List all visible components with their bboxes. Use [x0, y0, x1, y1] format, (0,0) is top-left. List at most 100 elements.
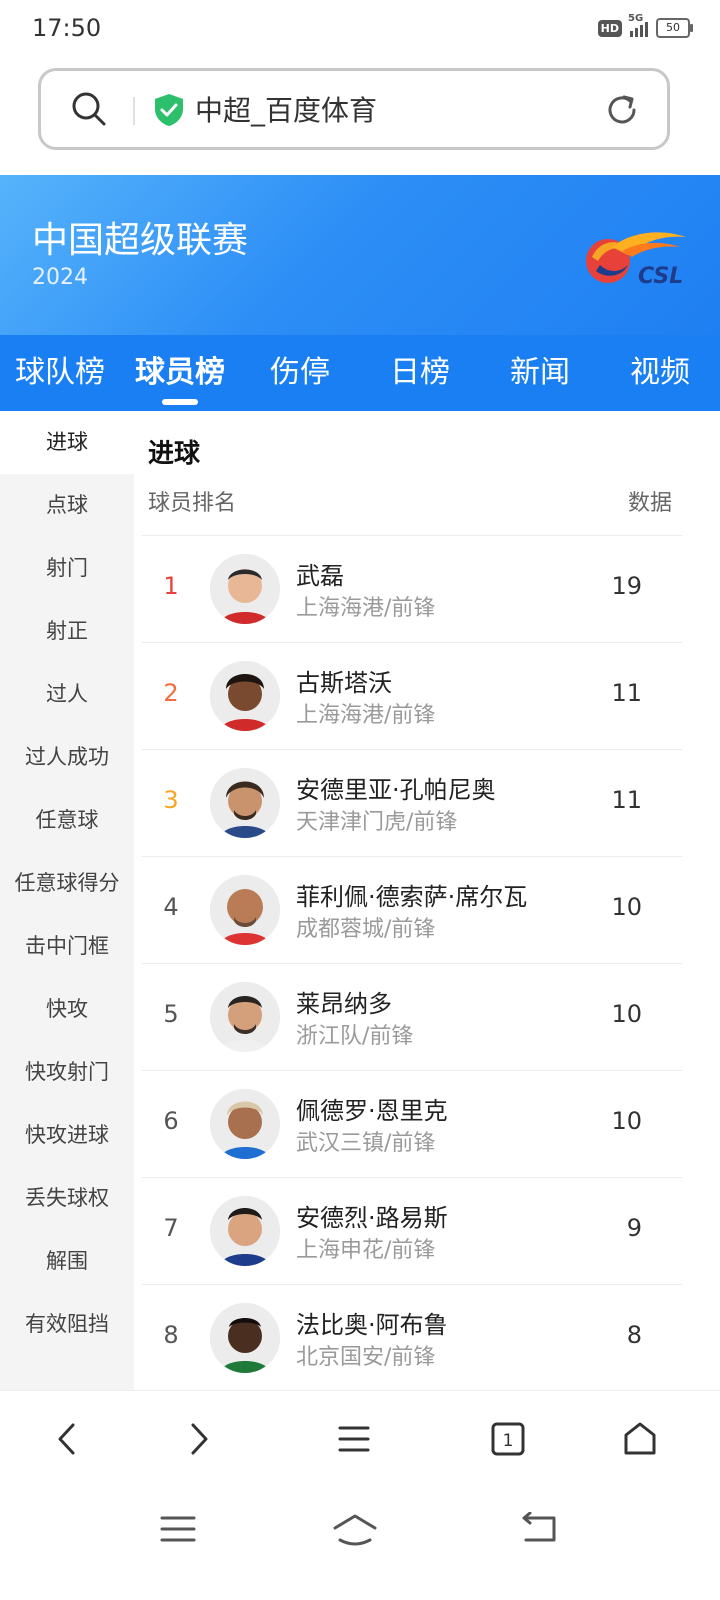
- stat-value: 10: [611, 1107, 642, 1135]
- player-name: 武磊: [296, 562, 344, 590]
- menu-icon[interactable]: [334, 1419, 374, 1459]
- hd-icon: HD: [597, 19, 622, 37]
- season-year: 2024: [32, 265, 88, 290]
- network-type: 5G: [628, 13, 644, 24]
- sidebar-item-shots-on-target[interactable]: 射正: [0, 600, 134, 663]
- list-item[interactable]: 1 武磊 上海海港/前锋 19: [142, 535, 682, 642]
- sidebar-item-blocks[interactable]: 有效阻挡: [0, 1293, 134, 1356]
- sidebar-item-clearances[interactable]: 解围: [0, 1230, 134, 1293]
- category-title: 进球: [148, 439, 201, 469]
- stat-value: 10: [611, 1000, 642, 1028]
- stat-category-sidebar: 进球 点球 射门 射正 过人 过人成功 任意球 任意球得分 击中门框 快攻 快攻…: [0, 411, 134, 1411]
- page-title[interactable]: 中超_百度体育: [195, 89, 377, 129]
- league-name: 中国超级联赛: [32, 220, 249, 261]
- player-team: 北京国安/前锋: [296, 1345, 436, 1370]
- stat-value: 11: [611, 786, 642, 814]
- ranking-panel: 进球 球员排名 数据 1 武磊 上海海港/前锋 19 2 古斯塔沃 上海海港/前…: [134, 411, 720, 1411]
- back-icon[interactable]: [48, 1419, 88, 1459]
- player-name: 菲利佩·德索萨·席尔瓦: [296, 883, 528, 911]
- tabs-icon[interactable]: 1: [488, 1419, 528, 1459]
- player-team: 天津津门虎/前锋: [296, 810, 458, 835]
- reload-icon[interactable]: [603, 91, 641, 129]
- sidebar-item-successful-dribbles[interactable]: 过人成功: [0, 726, 134, 789]
- player-name: 莱昂纳多: [296, 990, 392, 1018]
- list-item[interactable]: 7 安德烈·路易斯 上海申花/前锋 9: [142, 1177, 682, 1284]
- player-avatar: [210, 982, 280, 1052]
- address-divider: [133, 97, 135, 125]
- sidebar-item-woodwork[interactable]: 击中门框: [0, 915, 134, 978]
- stat-value: 9: [626, 1214, 642, 1242]
- player-team: 上海海港/前锋: [296, 596, 436, 621]
- list-item[interactable]: 2 古斯塔沃 上海海港/前锋 11: [142, 642, 682, 749]
- tab-team-rank[interactable]: 球队榜: [0, 335, 120, 411]
- back-nav-icon[interactable]: [518, 1512, 558, 1546]
- player-name: 法比奥·阿布鲁: [296, 1311, 448, 1339]
- player-team: 武汉三镇/前锋: [296, 1131, 436, 1156]
- secure-shield-icon: [155, 94, 183, 126]
- home-nav-icon[interactable]: [332, 1512, 378, 1546]
- signal-icon: 5G: [628, 13, 648, 37]
- list-item[interactable]: 6 佩德罗·恩里克 武汉三镇/前锋 10: [142, 1070, 682, 1177]
- sidebar-item-possession-lost[interactable]: 丢失球权: [0, 1167, 134, 1230]
- stat-value: 19: [611, 572, 642, 600]
- home-icon[interactable]: [620, 1419, 660, 1459]
- rank-number: 6: [163, 1107, 179, 1135]
- player-avatar: [210, 875, 280, 945]
- player-name: 安德烈·路易斯: [296, 1204, 448, 1232]
- sidebar-item-counter-attacks[interactable]: 快攻: [0, 978, 134, 1041]
- battery-icon: 50: [656, 18, 693, 38]
- svg-text:CSL: CSL: [638, 264, 683, 289]
- svg-text:1: 1: [503, 1431, 514, 1451]
- csl-logo: CSL: [586, 232, 686, 289]
- list-item[interactable]: 8 法比奥·阿布鲁 北京国安/前锋 8: [142, 1284, 682, 1391]
- player-name: 古斯塔沃: [296, 669, 392, 697]
- sidebar-item-dribbles[interactable]: 过人: [0, 663, 134, 726]
- recent-apps-icon[interactable]: [158, 1512, 198, 1546]
- player-avatar: [210, 1303, 280, 1373]
- rank-number: 4: [163, 893, 179, 921]
- status-bar: 17:50 HD 5G 50: [0, 0, 720, 58]
- browser-toolbar: 1: [0, 1390, 720, 1487]
- player-avatar: [210, 768, 280, 838]
- ranking-list: 1 武磊 上海海港/前锋 19 2 古斯塔沃 上海海港/前锋 11 3 安德里亚…: [142, 535, 682, 1391]
- sidebar-item-counter-goals[interactable]: 快攻进球: [0, 1104, 134, 1167]
- stat-value: 10: [611, 893, 642, 921]
- sidebar-item-goals[interactable]: 进球: [0, 411, 134, 474]
- player-avatar: [210, 1089, 280, 1159]
- sidebar-item-shots[interactable]: 射门: [0, 537, 134, 600]
- player-name: 安德里亚·孔帕尼奥: [296, 776, 496, 804]
- status-icons: HD 5G 50: [597, 13, 693, 38]
- league-banner: 中国超级联赛 2024 CSL: [0, 175, 720, 335]
- player-avatar: [210, 1196, 280, 1266]
- sidebar-item-penalties[interactable]: 点球: [0, 474, 134, 537]
- tab-news[interactable]: 新闻: [480, 335, 600, 411]
- list-item[interactable]: 3 安德里亚·孔帕尼奥 天津津门虎/前锋 11: [142, 749, 682, 856]
- rank-number: 2: [163, 679, 179, 707]
- list-item[interactable]: 4 菲利佩·德索萨·席尔瓦 成都蓉城/前锋 10: [142, 856, 682, 963]
- rank-number: 3: [163, 786, 179, 814]
- search-icon[interactable]: [71, 91, 107, 127]
- rank-number: 8: [163, 1321, 179, 1349]
- stat-value: 8: [626, 1321, 642, 1349]
- tab-daily[interactable]: 日榜: [360, 335, 480, 411]
- system-nav-bar: [0, 1486, 720, 1600]
- list-item[interactable]: 5 莱昂纳多 浙江队/前锋 10: [142, 963, 682, 1070]
- address-bar[interactable]: 中超_百度体育: [38, 68, 670, 150]
- tab-video[interactable]: 视频: [600, 335, 720, 411]
- rank-number: 1: [163, 572, 179, 600]
- header-data: 数据: [627, 491, 672, 516]
- player-name: 佩德罗·恩里克: [296, 1097, 448, 1125]
- sidebar-item-free-kick-goals[interactable]: 任意球得分: [0, 852, 134, 915]
- player-team: 浙江队/前锋: [296, 1024, 414, 1049]
- tab-player-rank[interactable]: 球员榜: [120, 335, 240, 411]
- player-avatar: [210, 554, 280, 624]
- status-time: 17:50: [32, 14, 102, 42]
- tab-injuries[interactable]: 伤停: [240, 335, 360, 411]
- player-avatar: [210, 661, 280, 731]
- header-player-rank: 球员排名: [148, 491, 237, 516]
- sidebar-item-counter-shots[interactable]: 快攻射门: [0, 1041, 134, 1104]
- sidebar-item-free-kicks[interactable]: 任意球: [0, 789, 134, 852]
- player-team: 上海海港/前锋: [296, 703, 436, 728]
- forward-icon[interactable]: [178, 1419, 218, 1459]
- player-team: 成都蓉城/前锋: [296, 917, 436, 942]
